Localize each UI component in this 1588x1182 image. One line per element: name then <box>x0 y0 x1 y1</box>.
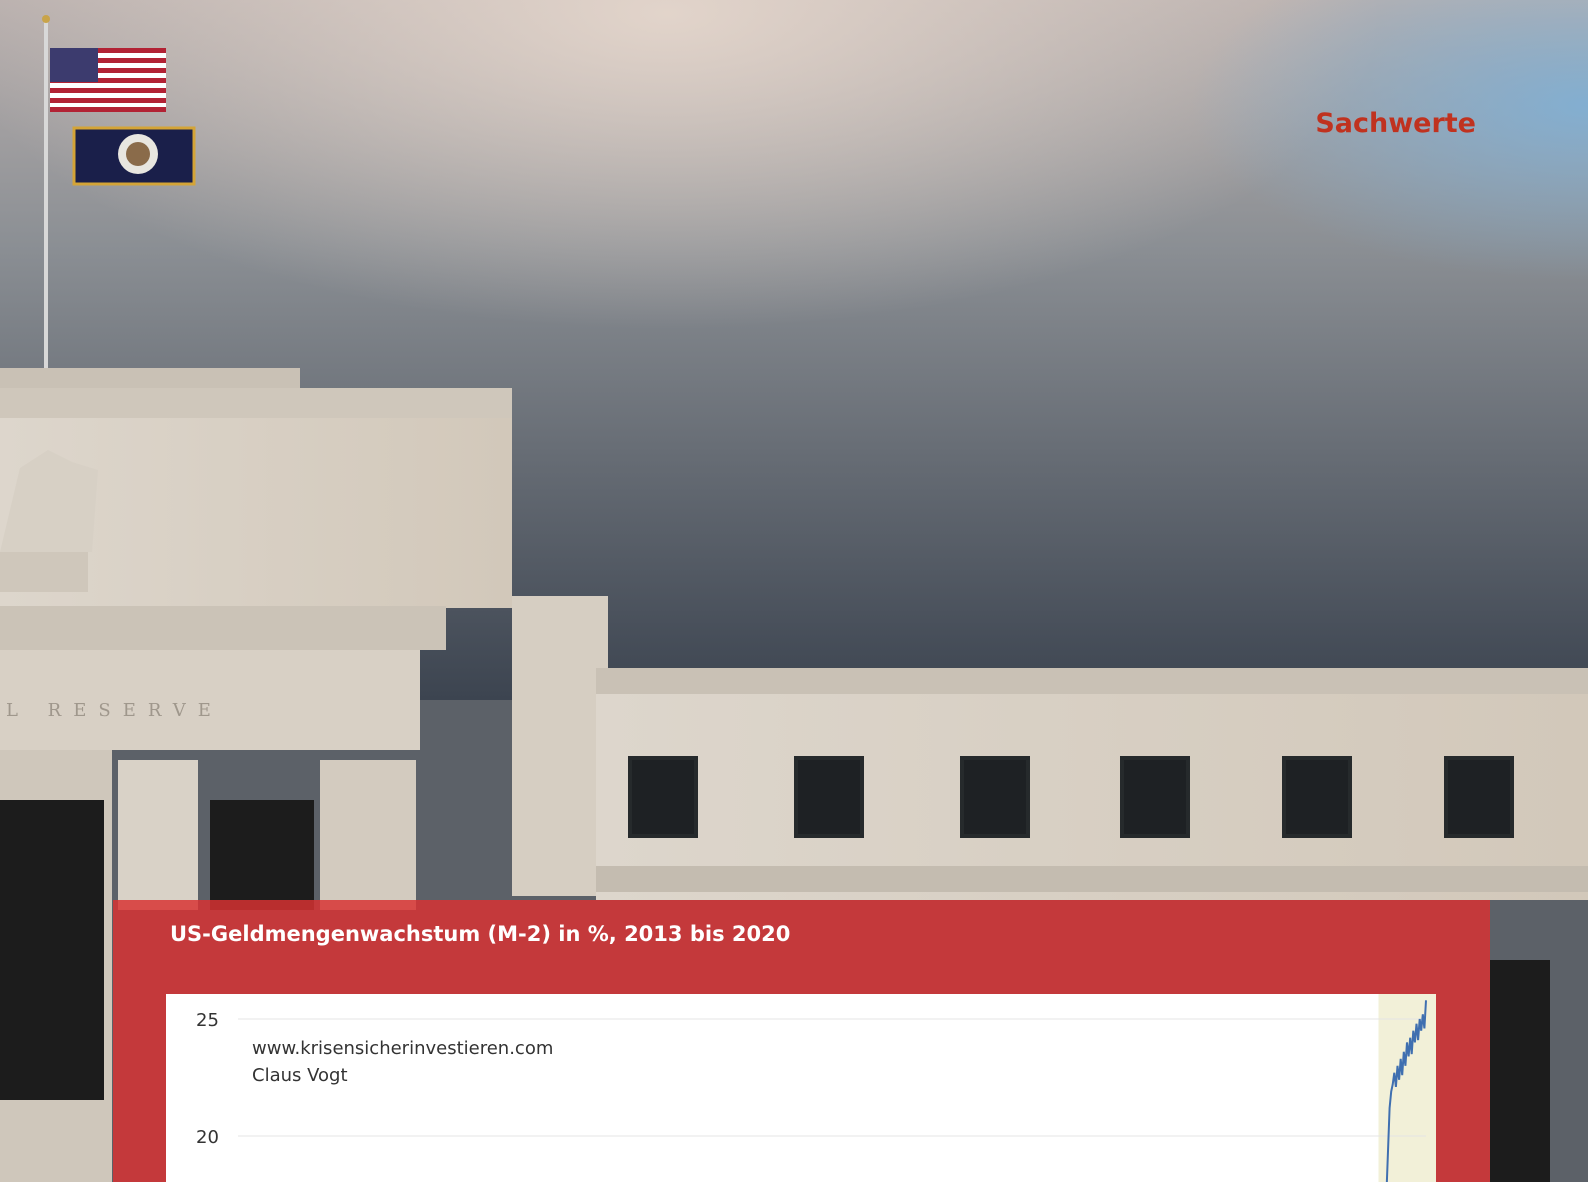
chart-annotation-author: Claus Vogt <box>252 1065 348 1086</box>
chart-panel: 20 25 www.krisensicherinvestieren.com Cla… <box>166 994 1436 1182</box>
chart-annotation-url: www.krisensicherinvestieren.com <box>252 1038 553 1059</box>
section-label: Sachwerte <box>1315 108 1476 139</box>
federal-reserve-flag-icon <box>72 126 196 186</box>
chart-title: US-Geldmengenwachstum (M-2) in %, 2013 b… <box>170 922 791 946</box>
chart-svg: 20 25 www.krisensicherinvestieren.com Cla… <box>196 994 1436 1182</box>
engraving-text: L RESERVE <box>6 700 223 721</box>
y-tick-label-20: 20 <box>196 1127 219 1148</box>
y-tick-label-25: 25 <box>196 1010 219 1031</box>
us-flag-icon <box>50 48 166 112</box>
